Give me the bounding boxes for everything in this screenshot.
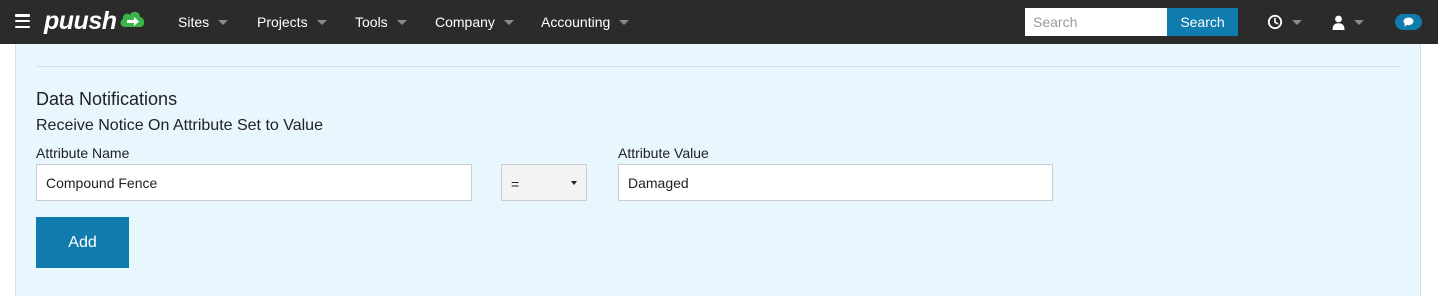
section-title: Data Notifications	[36, 89, 178, 109]
user-menu[interactable]	[1332, 0, 1364, 44]
add-button[interactable]: Add	[36, 217, 129, 268]
attribute-value-field[interactable]	[618, 164, 1053, 201]
operator-value: =	[511, 176, 520, 192]
chevron-down-icon	[571, 181, 577, 185]
nav-accounting-label: Accounting	[541, 14, 611, 30]
chevron-down-icon	[396, 19, 407, 25]
nav-projects[interactable]: Projects	[257, 0, 327, 44]
attribute-name-label: Attribute Name	[36, 145, 130, 161]
nav-tools-label: Tools	[355, 14, 388, 30]
search-input[interactable]	[1025, 8, 1167, 36]
nav-company-label: Company	[435, 14, 495, 30]
logo-text: puush	[44, 6, 117, 35]
nav-accounting[interactable]: Accounting	[541, 0, 630, 44]
nav-sites-label: Sites	[178, 14, 210, 30]
top-navbar: puush Sites Projects Tools Company Accou…	[0, 0, 1438, 44]
operator-select[interactable]: =	[501, 164, 587, 201]
chevron-down-icon	[316, 19, 327, 25]
nav-sites[interactable]: Sites	[178, 0, 229, 44]
section-subtitle: Receive Notice On Attribute Set to Value	[36, 117, 323, 134]
data-notifications-panel: Data Notifications Receive Notice On Att…	[15, 44, 1421, 296]
nav-company[interactable]: Company	[435, 0, 514, 44]
chevron-down-icon	[619, 19, 630, 25]
search-button[interactable]: Search	[1167, 8, 1238, 36]
attribute-name-field[interactable]	[36, 164, 472, 201]
chevron-down-icon	[1354, 19, 1364, 25]
chat-icon	[1403, 17, 1414, 27]
section-divider	[37, 66, 1401, 67]
chevron-down-icon	[218, 19, 229, 25]
clock-icon	[1267, 14, 1283, 30]
nav-projects-label: Projects	[257, 14, 308, 30]
chat-button[interactable]	[1395, 14, 1422, 30]
user-icon	[1332, 15, 1345, 30]
logo[interactable]: puush	[44, 6, 146, 36]
history-menu[interactable]	[1267, 0, 1302, 44]
nav-tools[interactable]: Tools	[355, 0, 407, 44]
attribute-value-label: Attribute Value	[618, 145, 709, 161]
chevron-down-icon	[1292, 19, 1302, 25]
chevron-down-icon	[503, 19, 514, 25]
cloud-arrow-icon	[120, 11, 144, 27]
menu-icon[interactable]	[15, 14, 30, 29]
